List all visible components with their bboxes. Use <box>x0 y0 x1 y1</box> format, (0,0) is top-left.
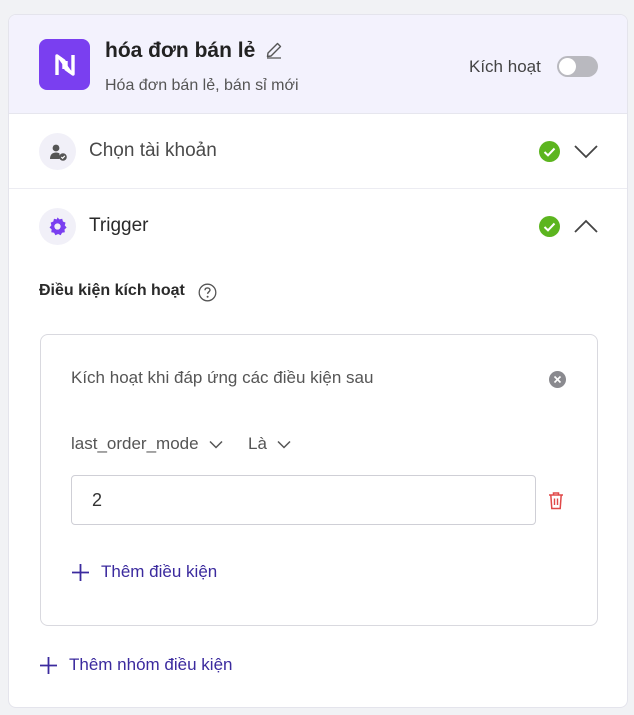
section-trigger[interactable]: Trigger <box>9 189 627 264</box>
trash-icon[interactable] <box>547 491 565 510</box>
add-condition-button[interactable]: Thêm điều kiện <box>71 562 217 582</box>
card-header: hóa đơn bán lẻ Hóa đơn bán lẻ, bán sỉ mớ… <box>9 15 627 114</box>
condition-field-select[interactable]: last_order_mode <box>71 434 223 454</box>
add-condition-group-button[interactable]: Thêm nhóm điều kiện <box>39 655 232 675</box>
automation-card: hóa đơn bán lẻ Hóa đơn bán lẻ, bán sỉ mớ… <box>8 14 628 708</box>
chevron-down-icon <box>277 440 291 449</box>
chevron-down-icon <box>209 440 223 449</box>
activate-label: Kích hoạt <box>469 57 541 76</box>
user-check-icon <box>39 133 76 170</box>
section-label: Chọn tài khoản <box>89 140 217 161</box>
pencil-icon[interactable] <box>265 41 283 59</box>
remove-group-icon[interactable] <box>549 371 566 388</box>
activate-toggle[interactable] <box>557 56 598 77</box>
gear-icon <box>39 208 76 245</box>
automation-title: hóa đơn bán lẻ <box>105 39 256 62</box>
chevron-down-icon[interactable] <box>573 143 599 160</box>
check-circle-icon <box>539 216 560 237</box>
condition-value-input[interactable] <box>71 475 536 525</box>
condition-group: Kích hoạt khi đáp ứng các điều kiện sau … <box>40 334 598 626</box>
section-choose-account[interactable]: Chọn tài khoản <box>9 114 627 189</box>
check-circle-icon <box>539 141 560 162</box>
help-circle-icon[interactable] <box>198 283 217 302</box>
section-label: Trigger <box>89 215 149 236</box>
trigger-condition-label: Điều kiện kích hoạt <box>39 282 185 299</box>
automation-subtitle: Hóa đơn bán lẻ, bán sỉ mới <box>105 77 299 94</box>
chevron-up-icon[interactable] <box>573 218 599 235</box>
toggle-knob <box>559 58 576 75</box>
plus-icon <box>40 656 57 674</box>
condition-field-value: last_order_mode <box>71 434 199 453</box>
condition-operator-select[interactable]: Là <box>248 434 291 454</box>
plus-icon <box>72 563 89 581</box>
brand-n-logo-icon <box>39 39 90 90</box>
condition-operator-value: Là <box>248 434 267 453</box>
add-condition-label: Thêm điều kiện <box>101 562 218 581</box>
add-condition-group-label: Thêm nhóm điều kiện <box>69 655 233 674</box>
condition-group-title: Kích hoạt khi đáp ứng các điều kiện sau <box>71 368 374 387</box>
